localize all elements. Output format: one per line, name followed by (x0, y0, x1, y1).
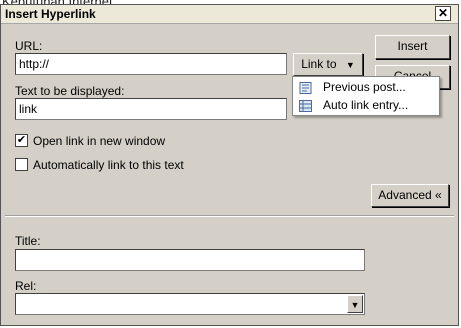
display-text-label: Text to be displayed: (15, 84, 125, 98)
url-label: URL: (15, 39, 43, 53)
url-input[interactable] (15, 53, 287, 75)
insert-button[interactable]: Insert (375, 35, 450, 59)
display-text-input[interactable] (15, 98, 287, 120)
link-to-button[interactable]: Link to ▼ (293, 53, 363, 76)
rel-label: Rel: (15, 279, 37, 293)
dialog-titlebar[interactable]: Insert Hyperlink ✕ (1, 5, 458, 24)
close-button[interactable]: ✕ (435, 6, 451, 21)
menu-item-previous-post-label: Previous post... (323, 80, 406, 94)
dialog-title: Insert Hyperlink (5, 7, 96, 21)
auto-link-label[interactable]: Automatically link to this text (33, 158, 184, 172)
title-label: Title: (15, 234, 41, 248)
advanced-button[interactable]: Advanced « (371, 184, 449, 207)
menu-item-auto-link-entry-label: Auto link entry... (323, 98, 409, 112)
document-icon (299, 82, 312, 94)
rel-dropdown-arrow-icon[interactable]: ▼ (347, 295, 363, 313)
menu-item-previous-post[interactable]: Previous post... (293, 79, 439, 97)
separator (5, 215, 454, 217)
dropdown-arrow-icon: ▼ (345, 60, 355, 70)
rel-select[interactable]: ▼ (15, 293, 365, 315)
open-new-window-label[interactable]: Open link in new window (33, 134, 165, 148)
menu-item-auto-link-entry[interactable]: Auto link entry... (293, 97, 439, 115)
auto-link-checkbox[interactable] (15, 158, 28, 171)
list-icon (299, 100, 312, 112)
link-to-menu: Previous post... Auto link entry... (292, 76, 440, 116)
open-new-window-checkbox[interactable]: ✔ (15, 134, 28, 147)
insert-hyperlink-dialog: Insert Hyperlink ✕ URL: Link to ▼ Insert… (0, 4, 459, 326)
link-to-label: Link to (301, 57, 337, 71)
title-input[interactable] (15, 249, 365, 271)
